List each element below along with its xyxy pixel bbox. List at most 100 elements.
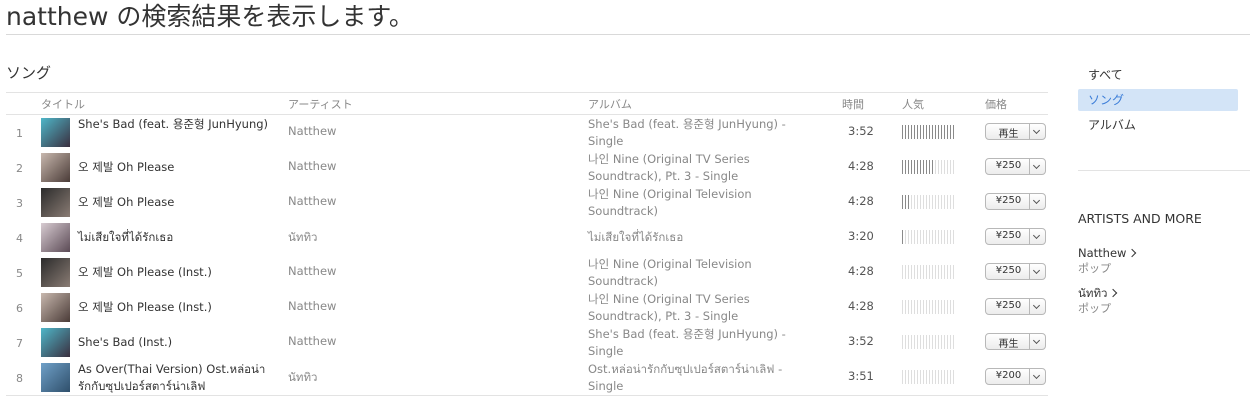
chevron-down-icon[interactable]: [1029, 369, 1045, 384]
track-number: 3: [16, 197, 23, 210]
track-number: 8: [16, 372, 23, 385]
song-artist[interactable]: Natthew: [288, 299, 336, 313]
chevron-down-icon[interactable]: [1029, 124, 1045, 139]
song-title[interactable]: 오 제발 Oh Please (Inst.): [78, 264, 278, 281]
column-header-album[interactable]: アルバム: [588, 96, 632, 112]
column-header-title[interactable]: タイトル: [41, 96, 85, 112]
chevron-down-icon[interactable]: [1029, 194, 1045, 209]
artist-link[interactable]: Natthew ポップ: [1078, 246, 1137, 276]
songs-table-divider: [6, 395, 1048, 396]
song-artist[interactable]: Natthew: [288, 264, 336, 278]
price-button[interactable]: 再生: [985, 333, 1046, 350]
popularity-meter: [902, 195, 954, 209]
price-button[interactable]: ¥250: [985, 193, 1046, 210]
price-label: 再生: [998, 339, 1019, 350]
song-album[interactable]: Ost.หล่อน่ารักกับซุปเปอร์สตาร์น่าเลิฟ - …: [588, 361, 818, 395]
song-row[interactable]: 4 ไม่เสียใจที่ได้รักเธอ นัททิว ไม่เสียใจที่…: [6, 220, 1048, 255]
song-title[interactable]: She's Bad (feat. 용준형 JunHyung): [78, 116, 278, 133]
song-artist[interactable]: Natthew: [288, 194, 336, 208]
price-label: 再生: [998, 129, 1019, 140]
price-label: ¥250: [995, 300, 1022, 311]
column-header-popularity[interactable]: 人気: [902, 96, 924, 112]
album-artwork[interactable]: [41, 293, 70, 322]
column-header-price[interactable]: 価格: [985, 96, 1007, 112]
song-album[interactable]: She's Bad (feat. 용준형 JunHyung) - Single: [588, 326, 818, 360]
track-number: 1: [16, 127, 23, 140]
track-number: 5: [16, 267, 23, 280]
album-artwork[interactable]: [41, 188, 70, 217]
artist-link[interactable]: นัททิว ポップ: [1078, 286, 1118, 316]
album-artwork[interactable]: [41, 363, 70, 392]
song-duration: 4:28: [848, 194, 874, 208]
song-artist[interactable]: Natthew: [288, 159, 336, 173]
songs-table-header: タイトル アーティスト アルバム 時間 人気 価格: [6, 92, 1048, 115]
popularity-meter: [902, 300, 954, 314]
song-album[interactable]: 나인 Nine (Original Television Soundtrack): [588, 256, 818, 290]
song-title[interactable]: As Over(Thai Version) Ost.หล่อน่ารักกับซ…: [78, 361, 278, 395]
song-album[interactable]: ไม่เสียใจที่ได้รักเธอ: [588, 229, 818, 246]
song-artist[interactable]: Natthew: [288, 334, 336, 348]
filter-item[interactable]: アルバム: [1078, 114, 1238, 136]
song-title[interactable]: 오 제발 Oh Please: [78, 194, 278, 211]
song-album[interactable]: She's Bad (feat. 용준형 JunHyung) - Single: [588, 116, 818, 150]
chevron-down-icon[interactable]: [1029, 334, 1045, 349]
song-album[interactable]: 나인 Nine (Original TV Series Soundtrack),…: [588, 151, 818, 185]
price-button[interactable]: ¥250: [985, 263, 1046, 280]
price-label: ¥250: [995, 265, 1022, 276]
song-artist[interactable]: นัททิว: [288, 369, 317, 387]
chevron-down-icon[interactable]: [1029, 159, 1045, 174]
price-button[interactable]: ¥250: [985, 158, 1046, 175]
song-row[interactable]: 8 As Over(Thai Version) Ost.หล่อน่ารักกับ…: [6, 360, 1048, 395]
column-header-time[interactable]: 時間: [842, 96, 864, 112]
price-button[interactable]: ¥250: [985, 228, 1046, 245]
song-row[interactable]: 7 She's Bad (Inst.) Natthew She's Bad (feat…: [6, 325, 1048, 360]
song-row[interactable]: 5 오 제발 Oh Please (Inst.) Natthew 나인 Nine (O…: [6, 255, 1048, 290]
album-artwork[interactable]: [41, 118, 70, 147]
album-artwork[interactable]: [41, 223, 70, 252]
popularity-meter: [902, 335, 954, 349]
song-album[interactable]: 나인 Nine (Original TV Series Soundtrack),…: [588, 291, 818, 325]
song-duration: 3:52: [848, 334, 874, 348]
chevron-down-icon[interactable]: [1029, 229, 1045, 244]
song-duration: 3:51: [848, 369, 874, 383]
songs-table: タイトル アーティスト アルバム 時間 人気 価格 1 She's Bad (fe…: [6, 92, 1048, 396]
sidebar-divider: [1078, 170, 1250, 171]
song-album[interactable]: 나인 Nine (Original Television Soundtrack): [588, 186, 818, 220]
title-divider: [6, 34, 1250, 35]
song-title[interactable]: 오 제발 Oh Please: [78, 159, 278, 176]
popularity-meter: [902, 230, 954, 244]
chevron-right-icon: [1109, 288, 1118, 298]
artist-name[interactable]: นัททิว: [1078, 286, 1107, 300]
song-artist[interactable]: นัททิว: [288, 229, 317, 247]
song-row[interactable]: 1 She's Bad (feat. 용준형 JunHyung) Natthew Sh…: [6, 115, 1048, 150]
track-number: 6: [16, 302, 23, 315]
filter-item[interactable]: すべて: [1078, 64, 1238, 86]
album-artwork[interactable]: [41, 328, 70, 357]
song-title[interactable]: 오 제발 Oh Please (Inst.): [78, 299, 278, 316]
song-row[interactable]: 3 오 제발 Oh Please Natthew 나인 Nine (Original …: [6, 185, 1048, 220]
track-number: 7: [16, 337, 23, 350]
song-row[interactable]: 2 오 제발 Oh Please Natthew 나인 Nine (Original …: [6, 150, 1048, 185]
artist-name[interactable]: Natthew: [1078, 246, 1126, 260]
chevron-down-icon[interactable]: [1029, 264, 1045, 279]
filter-item[interactable]: ソング: [1078, 89, 1238, 111]
song-duration: 4:28: [848, 264, 874, 278]
song-artist[interactable]: Natthew: [288, 124, 336, 138]
song-title[interactable]: ไม่เสียใจที่ได้รักเธอ: [78, 229, 278, 246]
price-button[interactable]: ¥250: [985, 298, 1046, 315]
price-button[interactable]: ¥200: [985, 368, 1046, 385]
popularity-meter: [902, 370, 954, 384]
songs-section-heading: ソング: [6, 64, 52, 82]
album-artwork[interactable]: [41, 258, 70, 287]
song-title[interactable]: She's Bad (Inst.): [78, 334, 278, 351]
price-label: ¥250: [995, 230, 1022, 241]
column-header-artist[interactable]: アーティスト: [288, 96, 353, 112]
album-artwork[interactable]: [41, 153, 70, 182]
song-duration: 3:20: [848, 229, 874, 243]
chevron-down-icon[interactable]: [1029, 299, 1045, 314]
popularity-fill: [902, 195, 910, 209]
price-label: ¥200: [995, 370, 1022, 381]
popularity-meter: [902, 125, 954, 139]
price-button[interactable]: 再生: [985, 123, 1046, 140]
song-row[interactable]: 6 오 제발 Oh Please (Inst.) Natthew 나인 Nine (O…: [6, 290, 1048, 325]
